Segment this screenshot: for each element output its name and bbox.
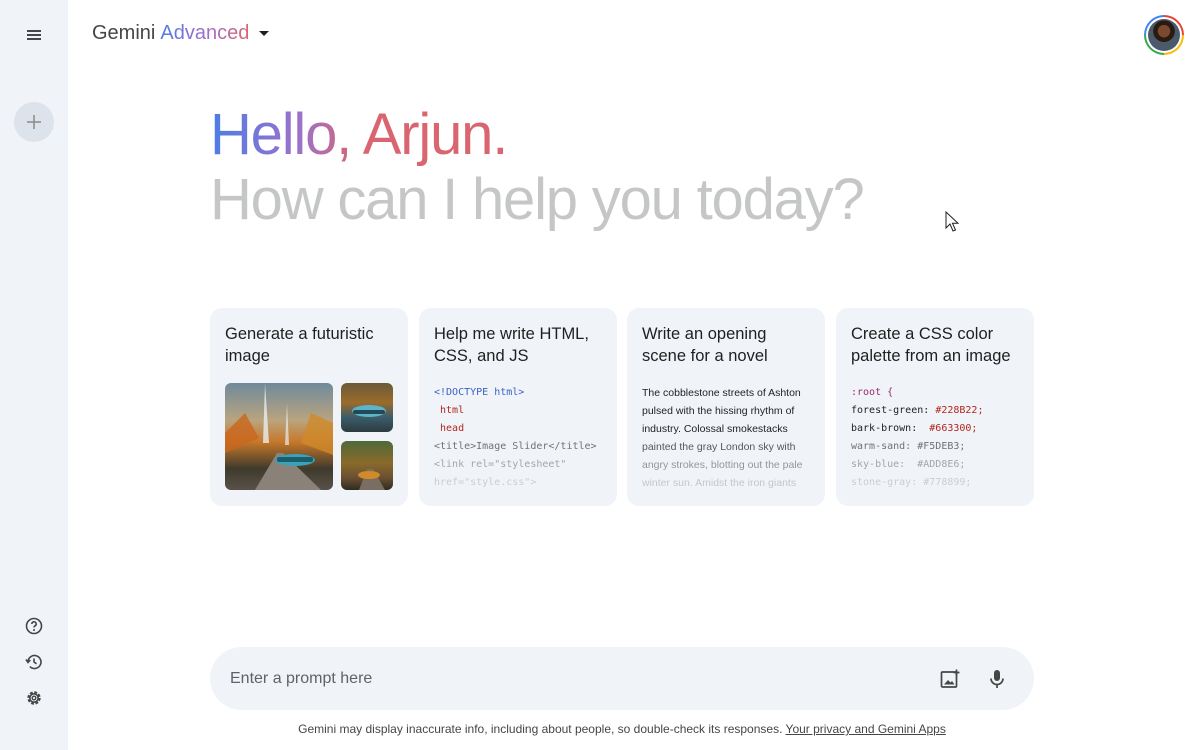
css-preview: :root { forest-green: #228B22; bark-brown:… [851,384,983,492]
app-tier: Advanced [160,22,250,44]
text-line: winter sun. Amidst the iron giants [642,477,797,489]
upload-image-button[interactable] [930,659,970,699]
code-line: bark-brown: #663300; [851,423,978,434]
mouse-cursor-icon [945,211,959,232]
settings-button[interactable] [14,678,54,718]
help-circle-icon [25,617,43,635]
greeting-subtitle: How can I help you today? [210,167,865,232]
text-line: painted the gray London sky with [642,441,796,453]
disclaimer: Gemini may display inaccurate info, incl… [0,722,1200,736]
text-preview: The cobblestone streets of Ashton pulsed… [642,384,810,492]
new-chat-button[interactable] [14,102,54,142]
text-line: industry. Colossal smokestacks [642,423,788,435]
caret-down-icon [259,31,270,36]
text-line: angry strokes, blotting out the pale [642,459,803,471]
voice-input-button[interactable] [977,659,1017,699]
code-line: <!DOCTYPE html> [434,387,525,398]
code-line: <title>Image Slider</title> [434,441,597,452]
text-line: pulsed with the hissing rhythm of [642,405,795,417]
preview-image-car-night [341,383,393,432]
add-image-icon [940,669,960,688]
code-line: sky-blue: #ADD8E6; [851,459,966,470]
code-line: forest-green: #228B22; [851,405,984,416]
hamburger-menu-icon [27,30,41,40]
main-menu-button[interactable] [14,15,54,55]
privacy-link[interactable]: Your privacy and Gemini Apps [786,722,946,736]
card-title: Help me write HTML, CSS, and JS [434,325,589,365]
microphone-icon [990,670,1004,688]
code-line: stone-gray: #778899; [851,477,972,488]
card-title: Create a CSS color palette from an image [851,325,1011,365]
plus-icon [27,115,41,129]
prompt-bar [210,647,1034,710]
prompt-input[interactable] [230,647,910,710]
sidebar [0,0,68,750]
preview-image-car-forest [341,441,393,490]
suggestion-card-image[interactable]: Generate a futuristic image [210,308,408,506]
card-title: Write an opening scene for a novel [642,325,768,365]
code-line: warm-sand: #F5DEB3; [851,441,966,452]
code-line: head [434,423,465,434]
code-line: :root { [851,387,894,398]
preview-image-waterfall-car [225,383,333,490]
help-button[interactable] [14,606,54,646]
disclaimer-text: Gemini may display inaccurate info, incl… [298,722,783,736]
activity-button[interactable] [14,642,54,682]
code-line: <link rel="stylesheet" [434,459,567,470]
avatar-photo [1148,19,1180,51]
code-line: href="style.css"> [434,477,537,488]
code-line: html [434,405,465,416]
card-title: Generate a futuristic image [225,325,374,365]
model-switcher[interactable]: Gemini Advanced [92,22,270,45]
suggestion-card-palette[interactable]: Create a CSS color palette from an image… [836,308,1034,506]
avatar[interactable] [1144,15,1184,55]
text-line: The cobblestone streets of Ashton [642,387,801,399]
suggestion-card-novel[interactable]: Write an opening scene for a novel The c… [627,308,825,506]
history-icon [25,654,42,670]
app-title: Gemini [92,22,156,44]
code-preview: <!DOCTYPE html> html head <title>Image Sl… [434,384,597,492]
suggestion-card-code[interactable]: Help me write HTML, CSS, and JS <!DOCTYP… [419,308,617,506]
gear-icon [27,691,41,705]
greeting-title: Hello, Arjun. [210,100,508,170]
